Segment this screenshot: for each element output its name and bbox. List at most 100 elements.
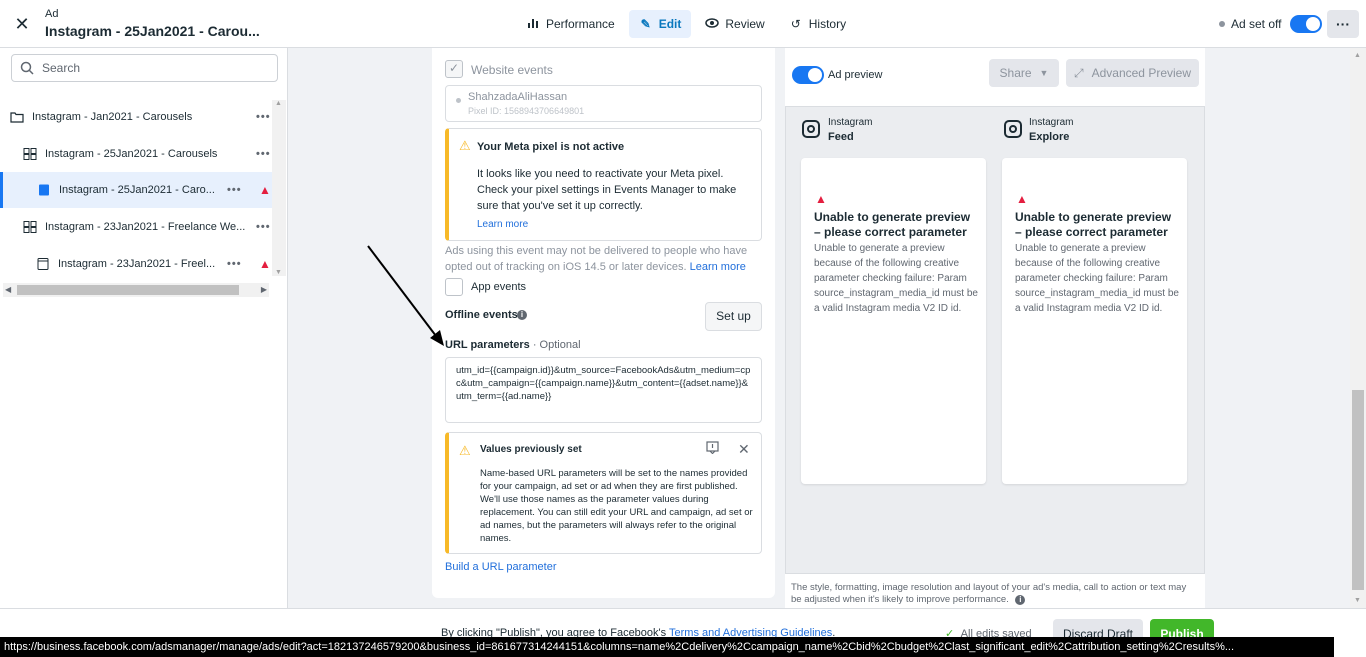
top-nav: Performance ✎ Edit Review ↺ History <box>516 10 856 38</box>
ios-learn-more-link[interactable]: Learn more <box>690 261 746 273</box>
annotation-arrow <box>367 245 444 346</box>
website-events-checkbox[interactable] <box>445 60 463 78</box>
error-icon: ▲ <box>815 192 827 206</box>
warning-icon: ⚠ <box>459 138 471 153</box>
scroll-right-icon[interactable]: ▶ <box>261 285 267 294</box>
tab-history[interactable]: ↺ History <box>779 10 856 38</box>
top-bar: ✕ Ad Instagram - 25Jan2021 - Carou... Pe… <box>0 0 1366 48</box>
search-icon <box>20 61 34 75</box>
more-icon[interactable]: ••• <box>227 258 242 270</box>
pencil-icon: ✎ <box>640 17 651 31</box>
preview-disclaimer: The style, formatting, image resolution … <box>791 582 1196 606</box>
more-icon[interactable]: ••• <box>227 184 242 196</box>
tab-review-label: Review <box>725 17 765 31</box>
error-title: Unable to generate preview – please corr… <box>814 210 971 239</box>
sidebar-vertical-scrollbar[interactable]: ▲ ▼ <box>272 100 286 276</box>
info-icon[interactable]: i <box>1015 595 1026 605</box>
ad-icon <box>39 184 49 196</box>
learn-more-link[interactable]: Learn more <box>477 219 528 230</box>
tab-review[interactable]: Review <box>695 10 774 38</box>
sidebar-item-label: Instagram - 23Jan2021 - Freel... <box>58 258 216 270</box>
sidebar-item-ad-23jan[interactable]: Instagram - 23Jan2021 - Freel... ••• ▲ <box>0 246 272 282</box>
scroll-thumb[interactable] <box>17 285 239 295</box>
tab-performance-label: Performance <box>546 17 615 31</box>
scroll-down-icon[interactable]: ▼ <box>275 269 282 276</box>
sidebar-item-label: Instagram - 25Jan2021 - Carousels <box>45 148 218 160</box>
sidebar-item-label: Instagram - Jan2021 - Carousels <box>32 111 193 123</box>
warning-icon: ▲ <box>259 183 271 197</box>
share-label: Share <box>999 66 1032 80</box>
scroll-left-icon[interactable]: ◀ <box>5 285 11 294</box>
pixel-name: ShahzadaAliHassan <box>468 91 568 103</box>
main-scrollbar[interactable]: ▲ ▼ <box>1350 48 1366 608</box>
sidebar-horizontal-scrollbar[interactable]: ◀ ▶ <box>3 283 269 297</box>
explore-preview-card: ▲ Unable to generate preview – please co… <box>1002 158 1187 484</box>
ad-preview-label: Ad preview <box>828 69 883 81</box>
tab-history-label: History <box>808 17 847 31</box>
search-placeholder: Search <box>42 61 81 75</box>
advanced-preview-button[interactable]: ⤢ Advanced Preview <box>1066 59 1199 87</box>
close-icon[interactable]: ✕ <box>12 14 32 34</box>
eye-icon <box>705 17 720 31</box>
scroll-thumb[interactable] <box>1352 390 1364 590</box>
setup-button[interactable]: Set up <box>705 302 762 331</box>
sidebar-item-label: Instagram - 25Jan2021 - Caro... <box>59 184 215 196</box>
ad-toggle[interactable] <box>1290 15 1322 33</box>
url-params-input[interactable]: utm_id={{campaign.id}}&utm_source=Facebo… <box>445 357 762 423</box>
error-title: Unable to generate preview – please corr… <box>1015 210 1172 239</box>
pixel-warning-title: Your Meta pixel is not active <box>477 141 625 153</box>
grid-icon <box>23 148 37 160</box>
search-input[interactable]: Search <box>11 54 278 82</box>
sidebar-item-label: Instagram - 23Jan2021 - Freelance We... <box>45 221 245 233</box>
status-bar-url: https://business.facebook.com/adsmanager… <box>0 637 1334 657</box>
info-icon[interactable]: i <box>517 310 527 320</box>
tab-edit-label: Edit <box>658 17 682 31</box>
warning-icon: ⚠ <box>459 443 471 458</box>
values-title: Values previously set <box>480 444 582 455</box>
sidebar-item-ad-25jan[interactable]: Instagram - 25Jan2021 - Caro... ••• ▲ <box>0 172 272 208</box>
values-previously-set-box: ⚠ Values previously set ✕ Name-based URL… <box>445 432 762 554</box>
placement-platform: Instagram <box>1029 117 1074 128</box>
more-icon[interactable]: ••• <box>256 111 271 123</box>
error-body: Unable to generate a preview because of … <box>1015 243 1179 314</box>
bar-chart-icon <box>526 17 540 32</box>
grid-icon <box>23 221 37 233</box>
adset-status-label: Ad set off <box>1231 17 1282 31</box>
scroll-up-icon[interactable]: ▲ <box>1354 52 1361 59</box>
build-url-link[interactable]: Build a URL parameter <box>445 561 556 573</box>
pixel-warning-box: ⚠ Your Meta pixel is not active It looks… <box>445 128 762 241</box>
disclaimer-text: The style, formatting, image resolution … <box>791 582 1187 605</box>
tab-edit[interactable]: ✎ Edit <box>628 10 692 38</box>
pixel-selector[interactable]: ShahzadaAliHassan Pixel ID: 156894370664… <box>445 85 762 122</box>
level-label: Ad <box>45 8 59 20</box>
sidebar: Search Instagram - Jan2021 - Carousels •… <box>0 48 288 608</box>
placement-name: Explore <box>1029 131 1070 143</box>
more-options-button[interactable]: ··· <box>1327 10 1359 38</box>
folder-icon <box>10 112 24 123</box>
more-icon[interactable]: ••• <box>256 148 271 160</box>
feedback-icon[interactable] <box>706 441 719 457</box>
ad-preview-toggle[interactable] <box>792 66 824 84</box>
error-body: Unable to generate a preview because of … <box>814 243 978 314</box>
pixel-id: Pixel ID: 1568943706649801 <box>468 106 585 116</box>
tab-performance[interactable]: Performance <box>516 10 625 38</box>
expand-icon: ⤢ <box>1074 65 1084 80</box>
feed-preview-card: ▲ Unable to generate preview – please co… <box>801 158 986 484</box>
history-icon: ↺ <box>790 17 801 31</box>
close-icon[interactable]: ✕ <box>738 441 750 458</box>
pixel-status-dot <box>456 98 461 103</box>
sidebar-item-campaign[interactable]: Instagram - Jan2021 - Carousels ••• <box>0 99 272 135</box>
warning-icon: ▲ <box>259 257 271 271</box>
url-params-label: URL parameters <box>445 339 530 351</box>
offline-events-label: Offline events <box>445 309 518 321</box>
adset-status: Ad set off <box>1219 17 1281 31</box>
sidebar-item-adset-25jan[interactable]: Instagram - 25Jan2021 - Carousels ••• <box>0 136 272 172</box>
share-button[interactable]: Share ▼ <box>989 59 1059 87</box>
website-events-label: Website events <box>471 63 553 77</box>
app-events-label: App events <box>471 281 527 293</box>
scroll-down-icon[interactable]: ▼ <box>1354 597 1361 604</box>
ad-title: Instagram - 25Jan2021 - Carou... <box>45 23 260 39</box>
sidebar-item-adset-23jan[interactable]: Instagram - 23Jan2021 - Freelance We... … <box>0 209 272 245</box>
more-icon[interactable]: ••• <box>256 221 271 233</box>
scroll-up-icon[interactable]: ▲ <box>275 100 282 107</box>
